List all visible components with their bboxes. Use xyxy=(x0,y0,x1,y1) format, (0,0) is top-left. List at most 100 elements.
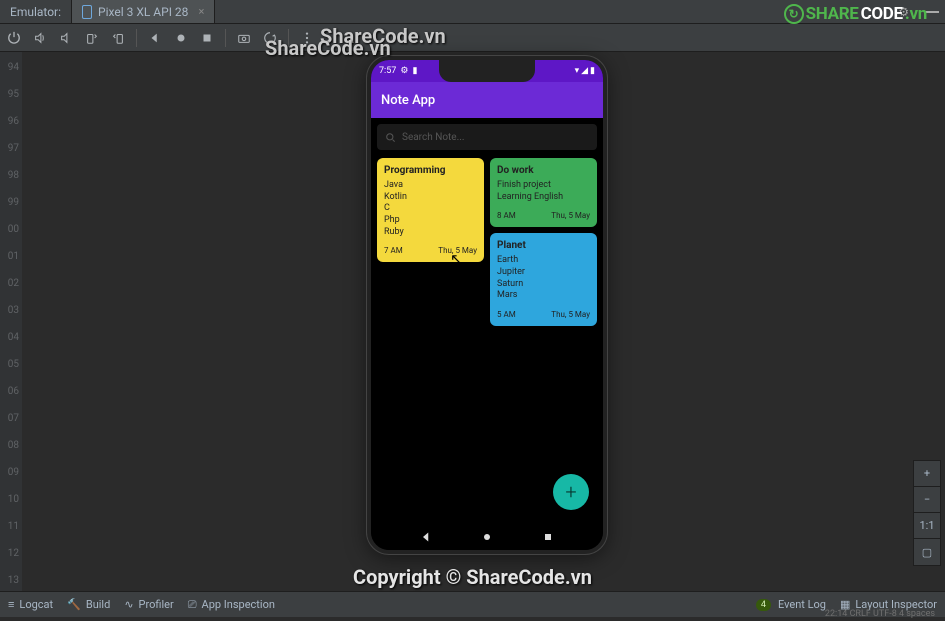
app-inspection-tab[interactable]: ⎚ App Inspection xyxy=(188,598,275,612)
rotate-right-icon[interactable] xyxy=(110,30,126,46)
line-number: 96 xyxy=(0,108,22,135)
line-number: 12 xyxy=(0,540,22,567)
line-number: 09 xyxy=(0,459,22,486)
line-number: 08 xyxy=(0,432,22,459)
nav-home-icon[interactable] xyxy=(481,531,493,543)
line-number: 04 xyxy=(0,324,22,351)
zoom-out-button[interactable]: − xyxy=(914,487,940,513)
line-number: 98 xyxy=(0,162,22,189)
search-placeholder: Search Note... xyxy=(402,132,465,143)
plus-icon: + xyxy=(565,480,576,504)
note-card[interactable]: Do work Finish project Learning English … xyxy=(490,158,597,227)
zoom-fit-button[interactable]: 1:1 xyxy=(914,513,940,539)
line-number: 97 xyxy=(0,135,22,162)
logcat-label: Logcat xyxy=(19,598,53,611)
line-number: 99 xyxy=(0,189,22,216)
note-time: 5 AM xyxy=(497,310,516,319)
build-label: Build xyxy=(86,598,110,611)
line-number: 13 xyxy=(0,567,22,594)
note-content: Finish project Learning English xyxy=(497,180,590,203)
hammer-icon: 🔨 xyxy=(67,598,81,611)
emulator-label: Emulator: xyxy=(10,5,61,19)
note-title: Planet xyxy=(497,240,590,251)
close-icon[interactable]: × xyxy=(198,5,204,18)
note-title: Programming xyxy=(384,165,477,176)
line-number: 10 xyxy=(0,486,22,513)
line-number: 95 xyxy=(0,81,22,108)
zoom-in-button[interactable]: + xyxy=(914,461,940,487)
emulator-frame: 7:57 ⚙ ▮ ▾ ◢ ▮ Note App Search Note... P… xyxy=(367,56,607,554)
nav-back-icon[interactable] xyxy=(420,531,432,543)
note-date: Thu, 5 May xyxy=(551,211,590,220)
android-navbar xyxy=(371,524,603,550)
search-input[interactable]: Search Note... xyxy=(377,124,597,150)
volume-down-icon[interactable] xyxy=(58,30,74,46)
device-icon xyxy=(82,5,92,19)
line-number: 00 xyxy=(0,216,22,243)
event-log-label: Event Log xyxy=(778,598,826,611)
add-note-fab[interactable]: + xyxy=(553,474,589,510)
signal-icon: ◢ xyxy=(581,66,588,76)
notes-grid: Programming Java Kotlin C Php Ruby 7 AM … xyxy=(377,158,597,326)
line-number: 94 xyxy=(0,54,22,81)
note-title: Do work xyxy=(497,165,590,176)
note-time: 7 AM xyxy=(384,246,403,255)
note-time: 8 AM xyxy=(497,211,516,220)
screenshot-icon[interactable] xyxy=(236,30,252,46)
gear-icon[interactable]: ⚙ xyxy=(888,5,919,19)
ide-statusbar: ≡ Logcat 🔨 Build ∿ Profiler ⎚ App Inspec… xyxy=(0,591,945,617)
battery-icon: ▮ xyxy=(590,66,595,76)
zoom-tool-panel: + − 1:1 ▢ xyxy=(913,460,941,566)
volume-up-icon[interactable] xyxy=(32,30,48,46)
note-card[interactable]: Programming Java Kotlin C Php Ruby 7 AM … xyxy=(377,158,484,262)
nav-recent-icon[interactable] xyxy=(542,531,554,543)
app-body: Search Note... Programming Java Kotlin C… xyxy=(371,118,603,524)
profiler-tab[interactable]: ∿ Profiler xyxy=(124,598,173,611)
back-icon[interactable] xyxy=(147,30,163,46)
line-number: 03 xyxy=(0,297,22,324)
line-number: 11 xyxy=(0,513,22,540)
line-gutter: 94 95 96 97 98 99 00 01 02 03 04 05 06 0… xyxy=(0,52,22,591)
note-card[interactable]: Planet Earth Jupiter Saturn Mars 5 AM Th… xyxy=(490,233,597,326)
device-tab[interactable]: Pixel 3 XL API 28 × xyxy=(72,0,215,23)
emulator-toolbar xyxy=(0,24,945,52)
editor-main: 7:57 ⚙ ▮ ▾ ◢ ▮ Note App Search Note... P… xyxy=(22,52,945,591)
app-title: Note App xyxy=(381,93,435,108)
line-number: 05 xyxy=(0,351,22,378)
device-tab-label: Pixel 3 XL API 28 xyxy=(98,5,188,19)
minimize-icon[interactable] xyxy=(925,11,939,13)
bug-status-icon: ▮ xyxy=(412,66,417,76)
line-number: 01 xyxy=(0,243,22,270)
note-content: Earth Jupiter Saturn Mars xyxy=(497,255,590,302)
search-icon xyxy=(385,132,396,143)
record-dot-icon[interactable] xyxy=(173,30,189,46)
profiler-icon: ∿ xyxy=(124,598,133,611)
logcat-icon: ≡ xyxy=(8,598,14,611)
settings-status-icon: ⚙ xyxy=(400,66,408,76)
note-content: Java Kotlin C Php Ruby xyxy=(384,180,477,238)
status-time: 7:57 xyxy=(379,66,396,76)
event-count-badge: 4 xyxy=(756,599,771,611)
build-tab[interactable]: 🔨 Build xyxy=(67,598,110,611)
event-log-tab[interactable]: 4 Event Log xyxy=(756,598,826,611)
profiler-label: Profiler xyxy=(139,598,174,611)
more-icon[interactable] xyxy=(299,30,315,46)
wifi-icon: ▾ xyxy=(575,66,580,76)
app-toolbar: Note App xyxy=(371,82,603,118)
line-number: 07 xyxy=(0,405,22,432)
inspection-label: App Inspection xyxy=(202,598,275,611)
line-number: 06 xyxy=(0,378,22,405)
emulator-tabbar: Emulator: Pixel 3 XL API 28 × ⚙ xyxy=(0,0,945,24)
logcat-tab[interactable]: ≡ Logcat xyxy=(8,598,53,611)
note-date: Thu, 5 May xyxy=(438,246,477,255)
zoom-screen-button[interactable]: ▢ xyxy=(914,539,940,565)
stop-icon[interactable] xyxy=(199,30,215,46)
line-number: 02 xyxy=(0,270,22,297)
rotate-left-icon[interactable] xyxy=(84,30,100,46)
screen-record-icon[interactable] xyxy=(262,30,278,46)
emulator-label-tab: Emulator: xyxy=(0,0,72,23)
inspection-icon: ⎚ xyxy=(188,598,197,612)
phone-notch xyxy=(439,60,535,82)
note-date: Thu, 5 May xyxy=(551,310,590,319)
power-icon[interactable] xyxy=(6,30,22,46)
